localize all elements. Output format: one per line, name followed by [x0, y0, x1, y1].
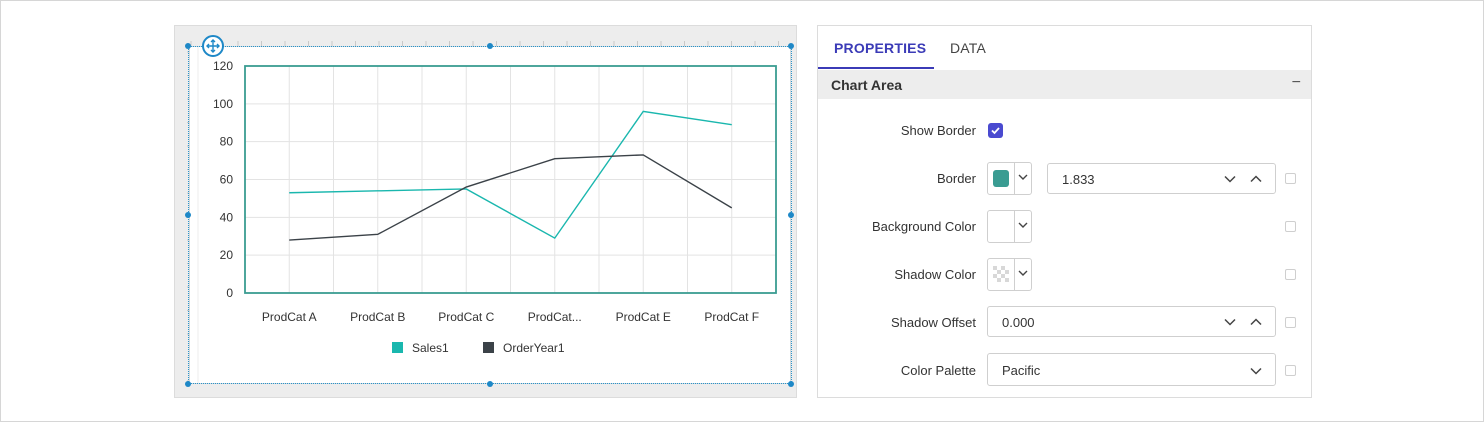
shadow-offset-input[interactable]: 0.000: [987, 306, 1276, 337]
border-width-value: 1.833: [1062, 172, 1095, 187]
increment-chevron-icon[interactable]: [1249, 172, 1263, 186]
shadow-offset-override-checkbox[interactable]: [1285, 317, 1296, 328]
legend-label: Sales1: [412, 341, 449, 355]
resize-handle-top-left[interactable]: [185, 43, 191, 49]
picker-divider: [1014, 211, 1015, 242]
border-label: Border: [936, 171, 976, 186]
x-tick-label: ProdCat F: [704, 310, 759, 324]
resize-handle-bottom-left[interactable]: [185, 381, 191, 387]
background-color-label: Background Color: [871, 219, 976, 234]
x-tick-label: ProdCat C: [438, 310, 494, 324]
border-width-input[interactable]: 1.833: [1047, 163, 1276, 194]
y-tick-label: 60: [220, 173, 234, 187]
chart-area-section-header[interactable]: Chart Area −: [818, 70, 1311, 99]
y-tick-label: 20: [220, 248, 234, 262]
background-color-override-checkbox[interactable]: [1285, 221, 1296, 232]
x-tick-label: ProdCat...: [528, 310, 582, 324]
increment-chevron-icon[interactable]: [1249, 315, 1263, 329]
panel-tabs: PROPERTIES DATA: [818, 26, 1311, 70]
decrement-chevron-icon[interactable]: [1223, 315, 1237, 329]
chart-report-item[interactable]: 0 20 40 60 80 100 120 ProdCat A ProdCat B ProdCat…: [189, 46, 791, 385]
transparent-checker-swatch: [993, 266, 1009, 283]
shadow-offset-value: 0.000: [1002, 315, 1035, 330]
shadow-color-picker[interactable]: [987, 258, 1032, 291]
x-tick-label: ProdCat B: [350, 310, 405, 324]
line-chart: 0 20 40 60 80 100 120 ProdCat A ProdCat B ProdCat…: [197, 47, 777, 385]
properties-panel: PROPERTIES DATA Chart Area − Show Border…: [817, 25, 1312, 398]
shadow-offset-label: Shadow Offset: [890, 315, 976, 330]
shadow-color-override-checkbox[interactable]: [1285, 269, 1296, 280]
picker-divider: [1014, 259, 1015, 290]
background-color-swatch: [993, 218, 1009, 235]
color-palette-dropdown[interactable]: Pacific: [987, 353, 1276, 386]
move-icon[interactable]: [202, 35, 224, 57]
background-color-picker[interactable]: [987, 210, 1032, 243]
resize-handle-top-right[interactable]: [788, 43, 794, 49]
collapse-icon[interactable]: −: [1292, 74, 1301, 92]
resize-handle-bottom-center[interactable]: [487, 381, 493, 387]
chevron-down-icon: [1018, 174, 1028, 180]
legend-swatch: [483, 342, 494, 353]
chevron-down-icon: [1018, 222, 1028, 228]
chevron-down-icon: [1250, 367, 1262, 375]
legend-label: OrderYear1: [503, 341, 565, 355]
decrement-chevron-icon[interactable]: [1223, 172, 1237, 186]
section-title: Chart Area: [831, 77, 903, 93]
show-border-checkbox[interactable]: [988, 123, 1003, 138]
design-surface[interactable]: 0 20 40 60 80 100 120 ProdCat A ProdCat B ProdCat…: [174, 25, 797, 398]
tab-properties[interactable]: PROPERTIES: [834, 40, 926, 56]
color-palette-override-checkbox[interactable]: [1285, 365, 1296, 376]
y-tick-label: 100: [213, 97, 233, 111]
y-tick-label: 120: [213, 59, 233, 73]
y-tick-label: 0: [226, 286, 233, 300]
resize-handle-middle-left[interactable]: [185, 212, 191, 218]
active-tab-indicator: [818, 67, 934, 69]
y-tick-label: 40: [220, 210, 234, 224]
shadow-color-label: Shadow Color: [894, 267, 976, 282]
chevron-down-icon: [1018, 270, 1028, 276]
border-color-picker[interactable]: [987, 162, 1032, 195]
picker-divider: [1014, 163, 1015, 194]
resize-handle-top-center[interactable]: [487, 43, 493, 49]
tab-data[interactable]: DATA: [950, 40, 986, 56]
app-frame: 0 20 40 60 80 100 120 ProdCat A ProdCat B ProdCat…: [0, 0, 1484, 422]
border-color-swatch: [993, 170, 1009, 187]
y-tick-label: 80: [220, 135, 234, 149]
check-icon: [991, 127, 1000, 135]
legend-swatch: [392, 342, 403, 353]
x-tick-label: ProdCat A: [262, 310, 317, 324]
x-tick-label: ProdCat E: [616, 310, 671, 324]
color-palette-value: Pacific: [1002, 363, 1041, 378]
show-border-label: Show Border: [900, 123, 976, 138]
resize-handle-bottom-right[interactable]: [788, 381, 794, 387]
color-palette-label: Color Palette: [900, 363, 976, 378]
border-override-checkbox[interactable]: [1285, 173, 1296, 184]
resize-handle-middle-right[interactable]: [788, 212, 794, 218]
